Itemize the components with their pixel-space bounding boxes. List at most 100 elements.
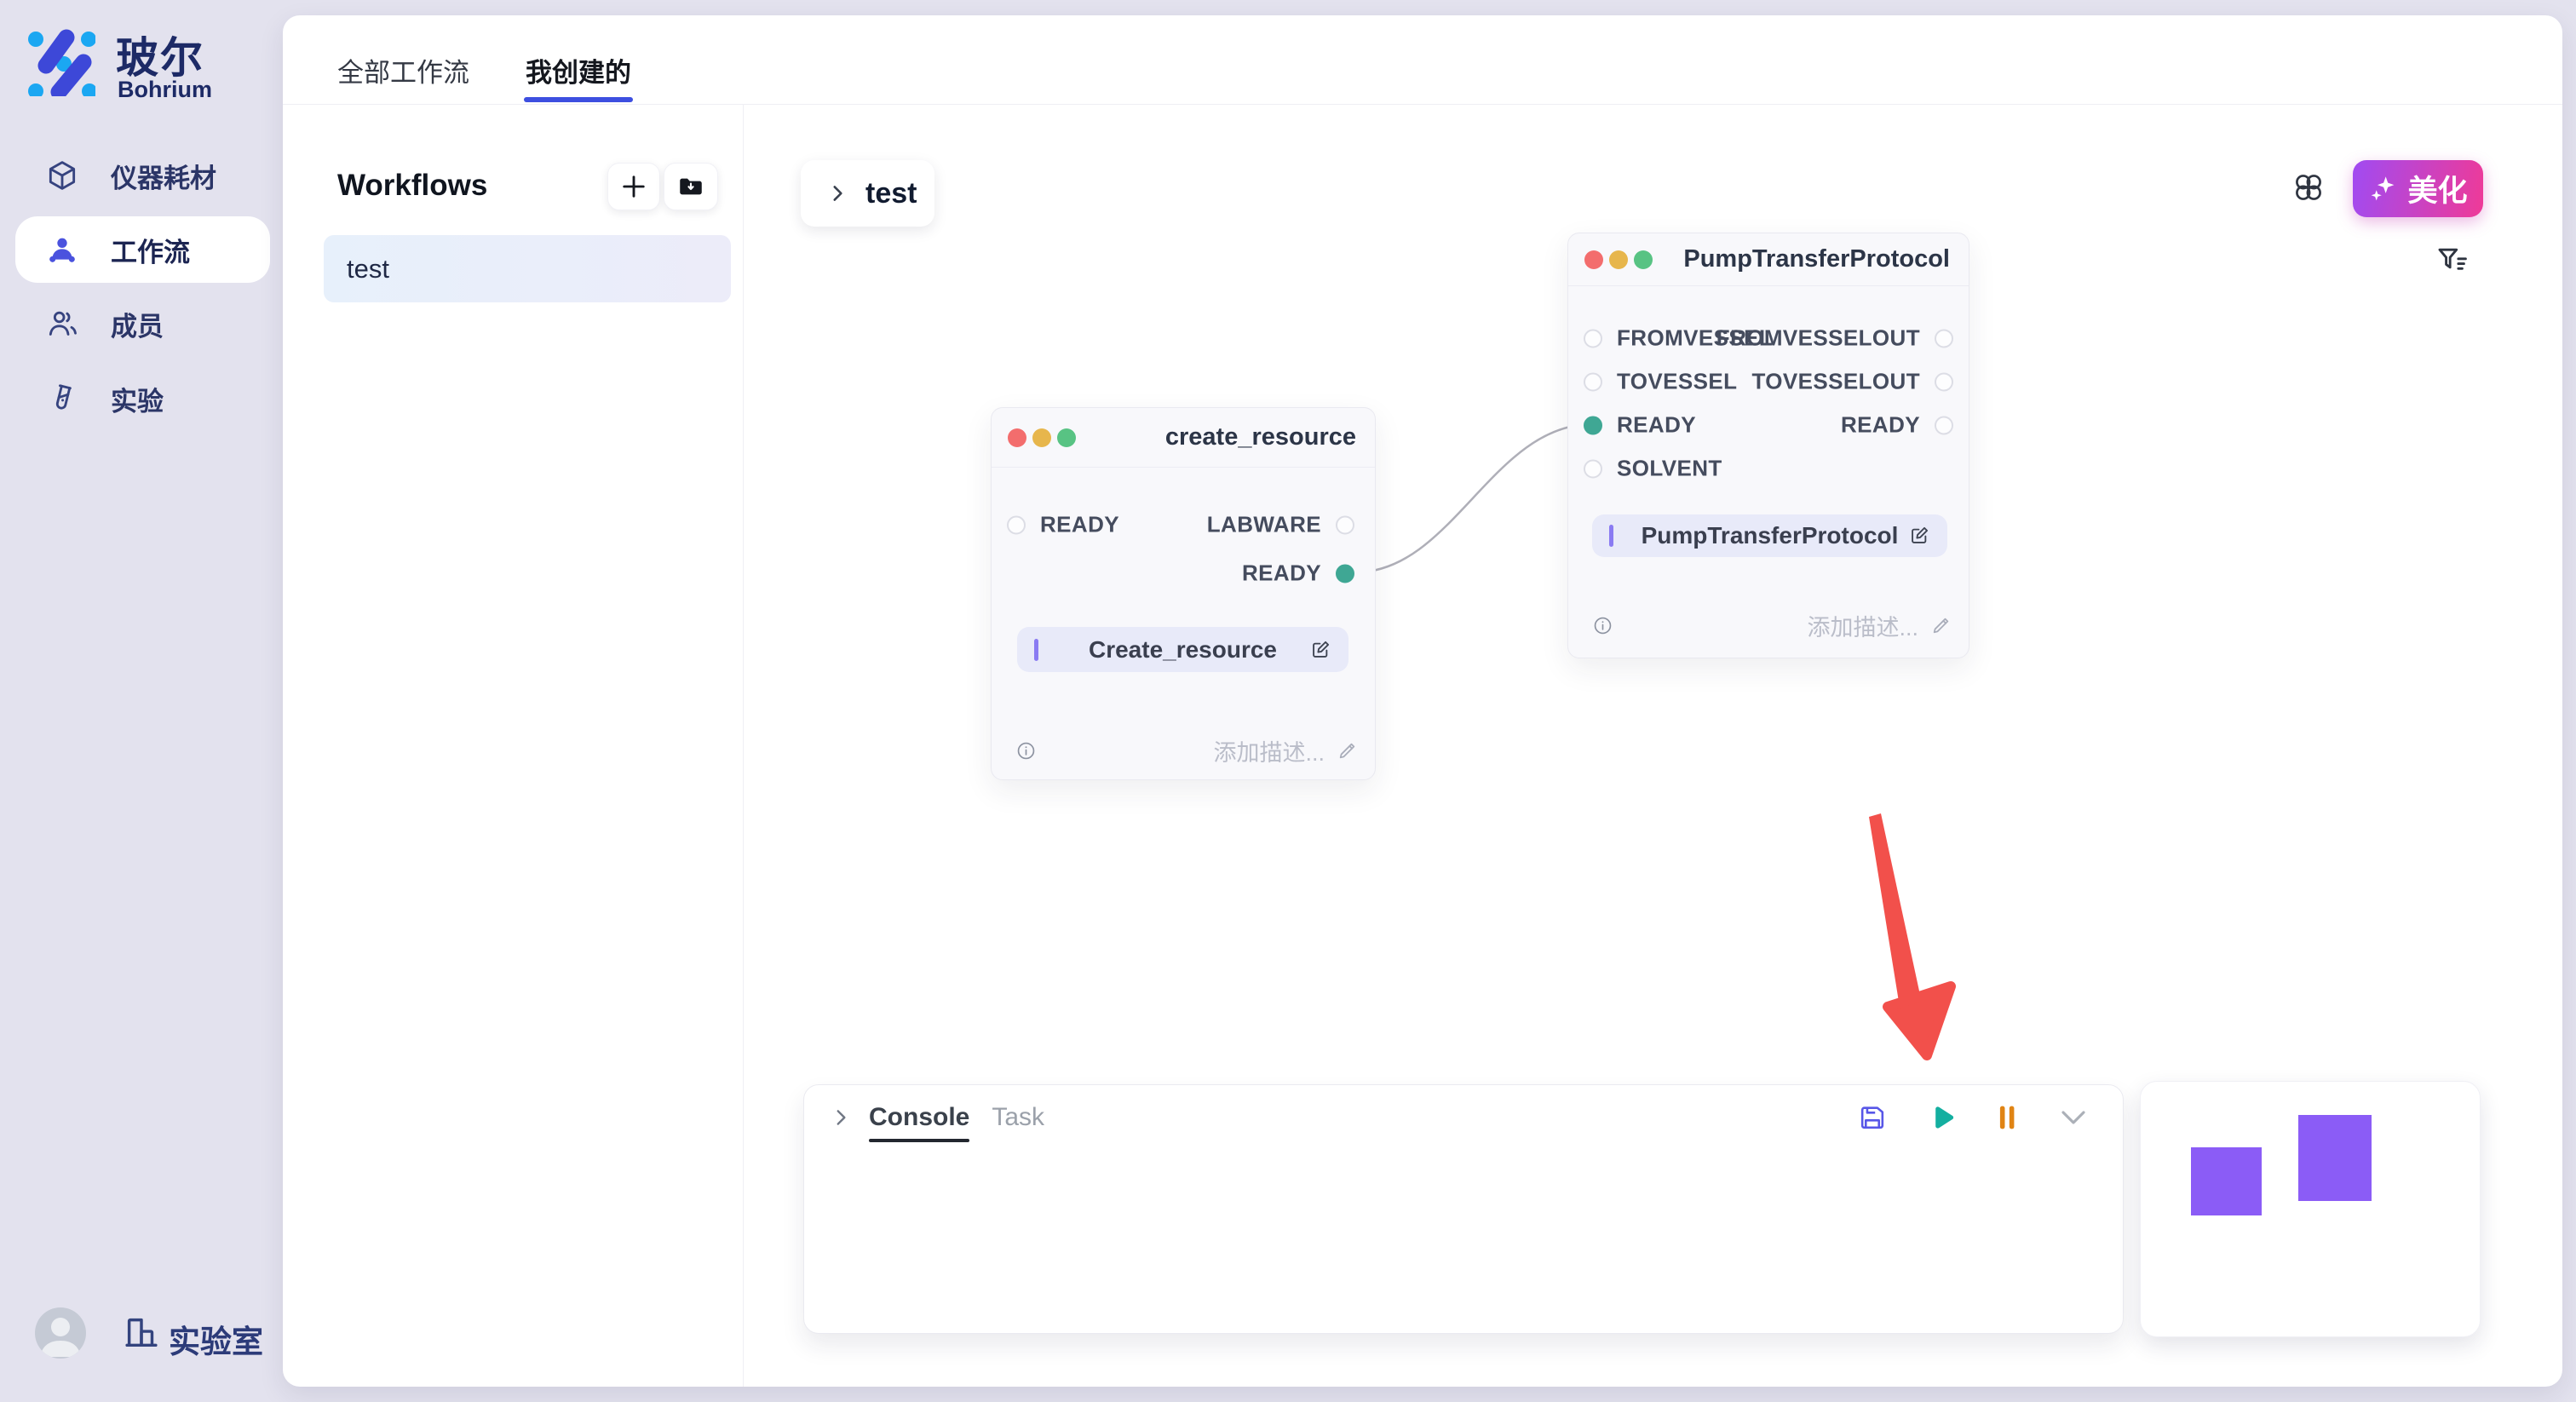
traffic-dot-green[interactable] bbox=[1057, 428, 1076, 447]
brand-name-en: Bohrium bbox=[118, 77, 212, 103]
edit-action-button[interactable] bbox=[1908, 525, 1930, 547]
info-icon bbox=[1015, 740, 1037, 761]
run-button[interactable] bbox=[1925, 1101, 1958, 1134]
sidebar-item-instruments[interactable]: 仪器耗材 bbox=[15, 142, 270, 209]
port-handle[interactable] bbox=[1935, 372, 1953, 391]
sidebar-item-label: 实验 bbox=[111, 380, 164, 418]
node-create-resource[interactable]: create_resource READY LABWARE READY Crea… bbox=[991, 407, 1376, 780]
experiment-icon bbox=[45, 382, 79, 416]
pause-button[interactable] bbox=[1995, 1103, 2021, 1132]
port-label: TOVESSEL bbox=[1617, 369, 1737, 395]
node-footer: 添加描述... bbox=[1592, 611, 1952, 640]
port-output-tovesselout[interactable]: TOVESSELOUT bbox=[1751, 369, 1953, 395]
traffic-dot-red[interactable] bbox=[1584, 250, 1603, 269]
port-handle[interactable] bbox=[1336, 564, 1354, 583]
folder-import-icon bbox=[676, 172, 705, 201]
port-output-ready[interactable]: READY bbox=[1242, 560, 1354, 587]
edit-description-button[interactable] bbox=[1930, 615, 1952, 636]
workflows-panel-title: Workflows bbox=[337, 169, 487, 203]
workspace-switcher[interactable]: 实验室 bbox=[169, 1316, 263, 1362]
workflow-item-label: test bbox=[347, 254, 389, 284]
port-input-ready[interactable]: READY bbox=[1584, 412, 1696, 439]
beautify-button[interactable]: 美化 bbox=[2353, 160, 2483, 217]
expand-console-button[interactable] bbox=[830, 1106, 852, 1129]
box-icon bbox=[45, 158, 79, 192]
node-header: PumpTransferProtocol bbox=[1568, 233, 1969, 286]
node-title: PumpTransferProtocol bbox=[1683, 245, 1950, 273]
chevron-down-icon bbox=[2058, 1107, 2089, 1128]
port-input-ready[interactable]: READY bbox=[1007, 512, 1119, 538]
node-footer: 添加描述... bbox=[1015, 736, 1358, 765]
chevron-right-icon bbox=[826, 182, 848, 204]
sidebar-item-experiments[interactable]: 实验 bbox=[15, 365, 270, 432]
info-button[interactable] bbox=[1592, 615, 1613, 636]
import-workflow-button[interactable] bbox=[664, 163, 718, 210]
workflow-user-icon bbox=[45, 233, 79, 267]
port-handle[interactable] bbox=[1336, 515, 1354, 534]
minimap[interactable] bbox=[2140, 1081, 2481, 1337]
info-button[interactable] bbox=[1015, 740, 1037, 761]
console-panel: Console Task bbox=[803, 1084, 2124, 1334]
node-action-pump-transfer[interactable]: PumpTransferProtocol bbox=[1592, 514, 1947, 557]
collapse-panel-button[interactable] bbox=[2058, 1107, 2089, 1128]
port-handle[interactable] bbox=[1584, 416, 1602, 434]
breadcrumb[interactable]: test bbox=[801, 160, 934, 227]
port-handle[interactable] bbox=[1584, 329, 1602, 348]
node-pump-transfer-protocol[interactable]: PumpTransferProtocol FROMVESSEL TOVESSEL… bbox=[1567, 233, 1969, 658]
console-header: Console Task bbox=[804, 1085, 2123, 1150]
filter-button[interactable] bbox=[2435, 243, 2470, 279]
traffic-dot-red[interactable] bbox=[1008, 428, 1026, 447]
traffic-dot-yellow[interactable] bbox=[1032, 428, 1051, 447]
traffic-dot-green[interactable] bbox=[1634, 250, 1653, 269]
port-handle[interactable] bbox=[1935, 329, 1953, 348]
port-output-ready[interactable]: READY bbox=[1841, 412, 1953, 439]
tab-my-created[interactable]: 我创建的 bbox=[526, 51, 631, 89]
edit-square-icon bbox=[1309, 639, 1331, 661]
sidebar-item-workflows[interactable]: 工作流 bbox=[15, 216, 270, 283]
port-output-labware[interactable]: LABWARE bbox=[1207, 512, 1354, 538]
port-handle[interactable] bbox=[1584, 459, 1602, 478]
tab-all-workflows[interactable]: 全部工作流 bbox=[337, 51, 469, 89]
port-handle[interactable] bbox=[1584, 372, 1602, 391]
port-output-fromvesselout[interactable]: FROMVESSELOUT bbox=[1716, 325, 1953, 352]
add-workflow-button[interactable] bbox=[607, 163, 660, 210]
port-label: READY bbox=[1617, 412, 1696, 439]
pause-icon bbox=[1995, 1103, 2021, 1132]
play-icon bbox=[1925, 1101, 1958, 1134]
port-handle[interactable] bbox=[1007, 515, 1026, 534]
tab-task[interactable]: Task bbox=[992, 1103, 1044, 1132]
tab-console[interactable]: Console bbox=[869, 1103, 969, 1132]
beautify-label: 美化 bbox=[2407, 167, 2467, 210]
edit-description-button[interactable] bbox=[1337, 740, 1358, 761]
traffic-dot-yellow[interactable] bbox=[1609, 250, 1628, 269]
save-button[interactable] bbox=[1857, 1102, 1888, 1133]
panel-divider bbox=[743, 105, 744, 1387]
port-input-tovessel[interactable]: TOVESSEL bbox=[1584, 369, 1737, 395]
port-label: READY bbox=[1040, 512, 1119, 538]
action-accent-bar bbox=[1609, 525, 1613, 547]
bohrium-logo-icon bbox=[27, 28, 95, 96]
port-label: FROMVESSELOUT bbox=[1716, 325, 1920, 352]
sidebar-item-label: 成员 bbox=[111, 305, 164, 343]
clover-grid-icon bbox=[2292, 171, 2325, 204]
workflow-list-item-test[interactable]: test bbox=[324, 235, 731, 302]
description-placeholder[interactable]: 添加描述... bbox=[1213, 734, 1325, 767]
sidebar-footer: 实验室 bbox=[0, 1301, 283, 1370]
node-header: create_resource bbox=[992, 408, 1375, 468]
sidebar-item-members[interactable]: 成员 bbox=[15, 290, 270, 357]
sidebar: 玻尔 Bohrium 仪器耗材 工作流 成员 实验 bbox=[0, 0, 283, 1402]
building-icon bbox=[122, 1313, 161, 1352]
node-action-create-resource[interactable]: Create_resource bbox=[1017, 627, 1348, 672]
pencil-icon bbox=[1337, 740, 1358, 761]
port-handle[interactable] bbox=[1935, 416, 1953, 434]
port-input-solvent[interactable]: SOLVENT bbox=[1584, 456, 1722, 482]
auto-layout-button[interactable] bbox=[2291, 170, 2326, 204]
user-avatar[interactable] bbox=[35, 1307, 86, 1359]
description-placeholder[interactable]: 添加描述... bbox=[1807, 609, 1918, 642]
info-icon bbox=[1592, 615, 1613, 636]
node-title: create_resource bbox=[1165, 423, 1356, 451]
plus-icon bbox=[618, 171, 649, 202]
edit-action-button[interactable] bbox=[1309, 639, 1331, 661]
action-accent-bar bbox=[1034, 639, 1038, 661]
person-silhouette-icon bbox=[35, 1307, 86, 1359]
